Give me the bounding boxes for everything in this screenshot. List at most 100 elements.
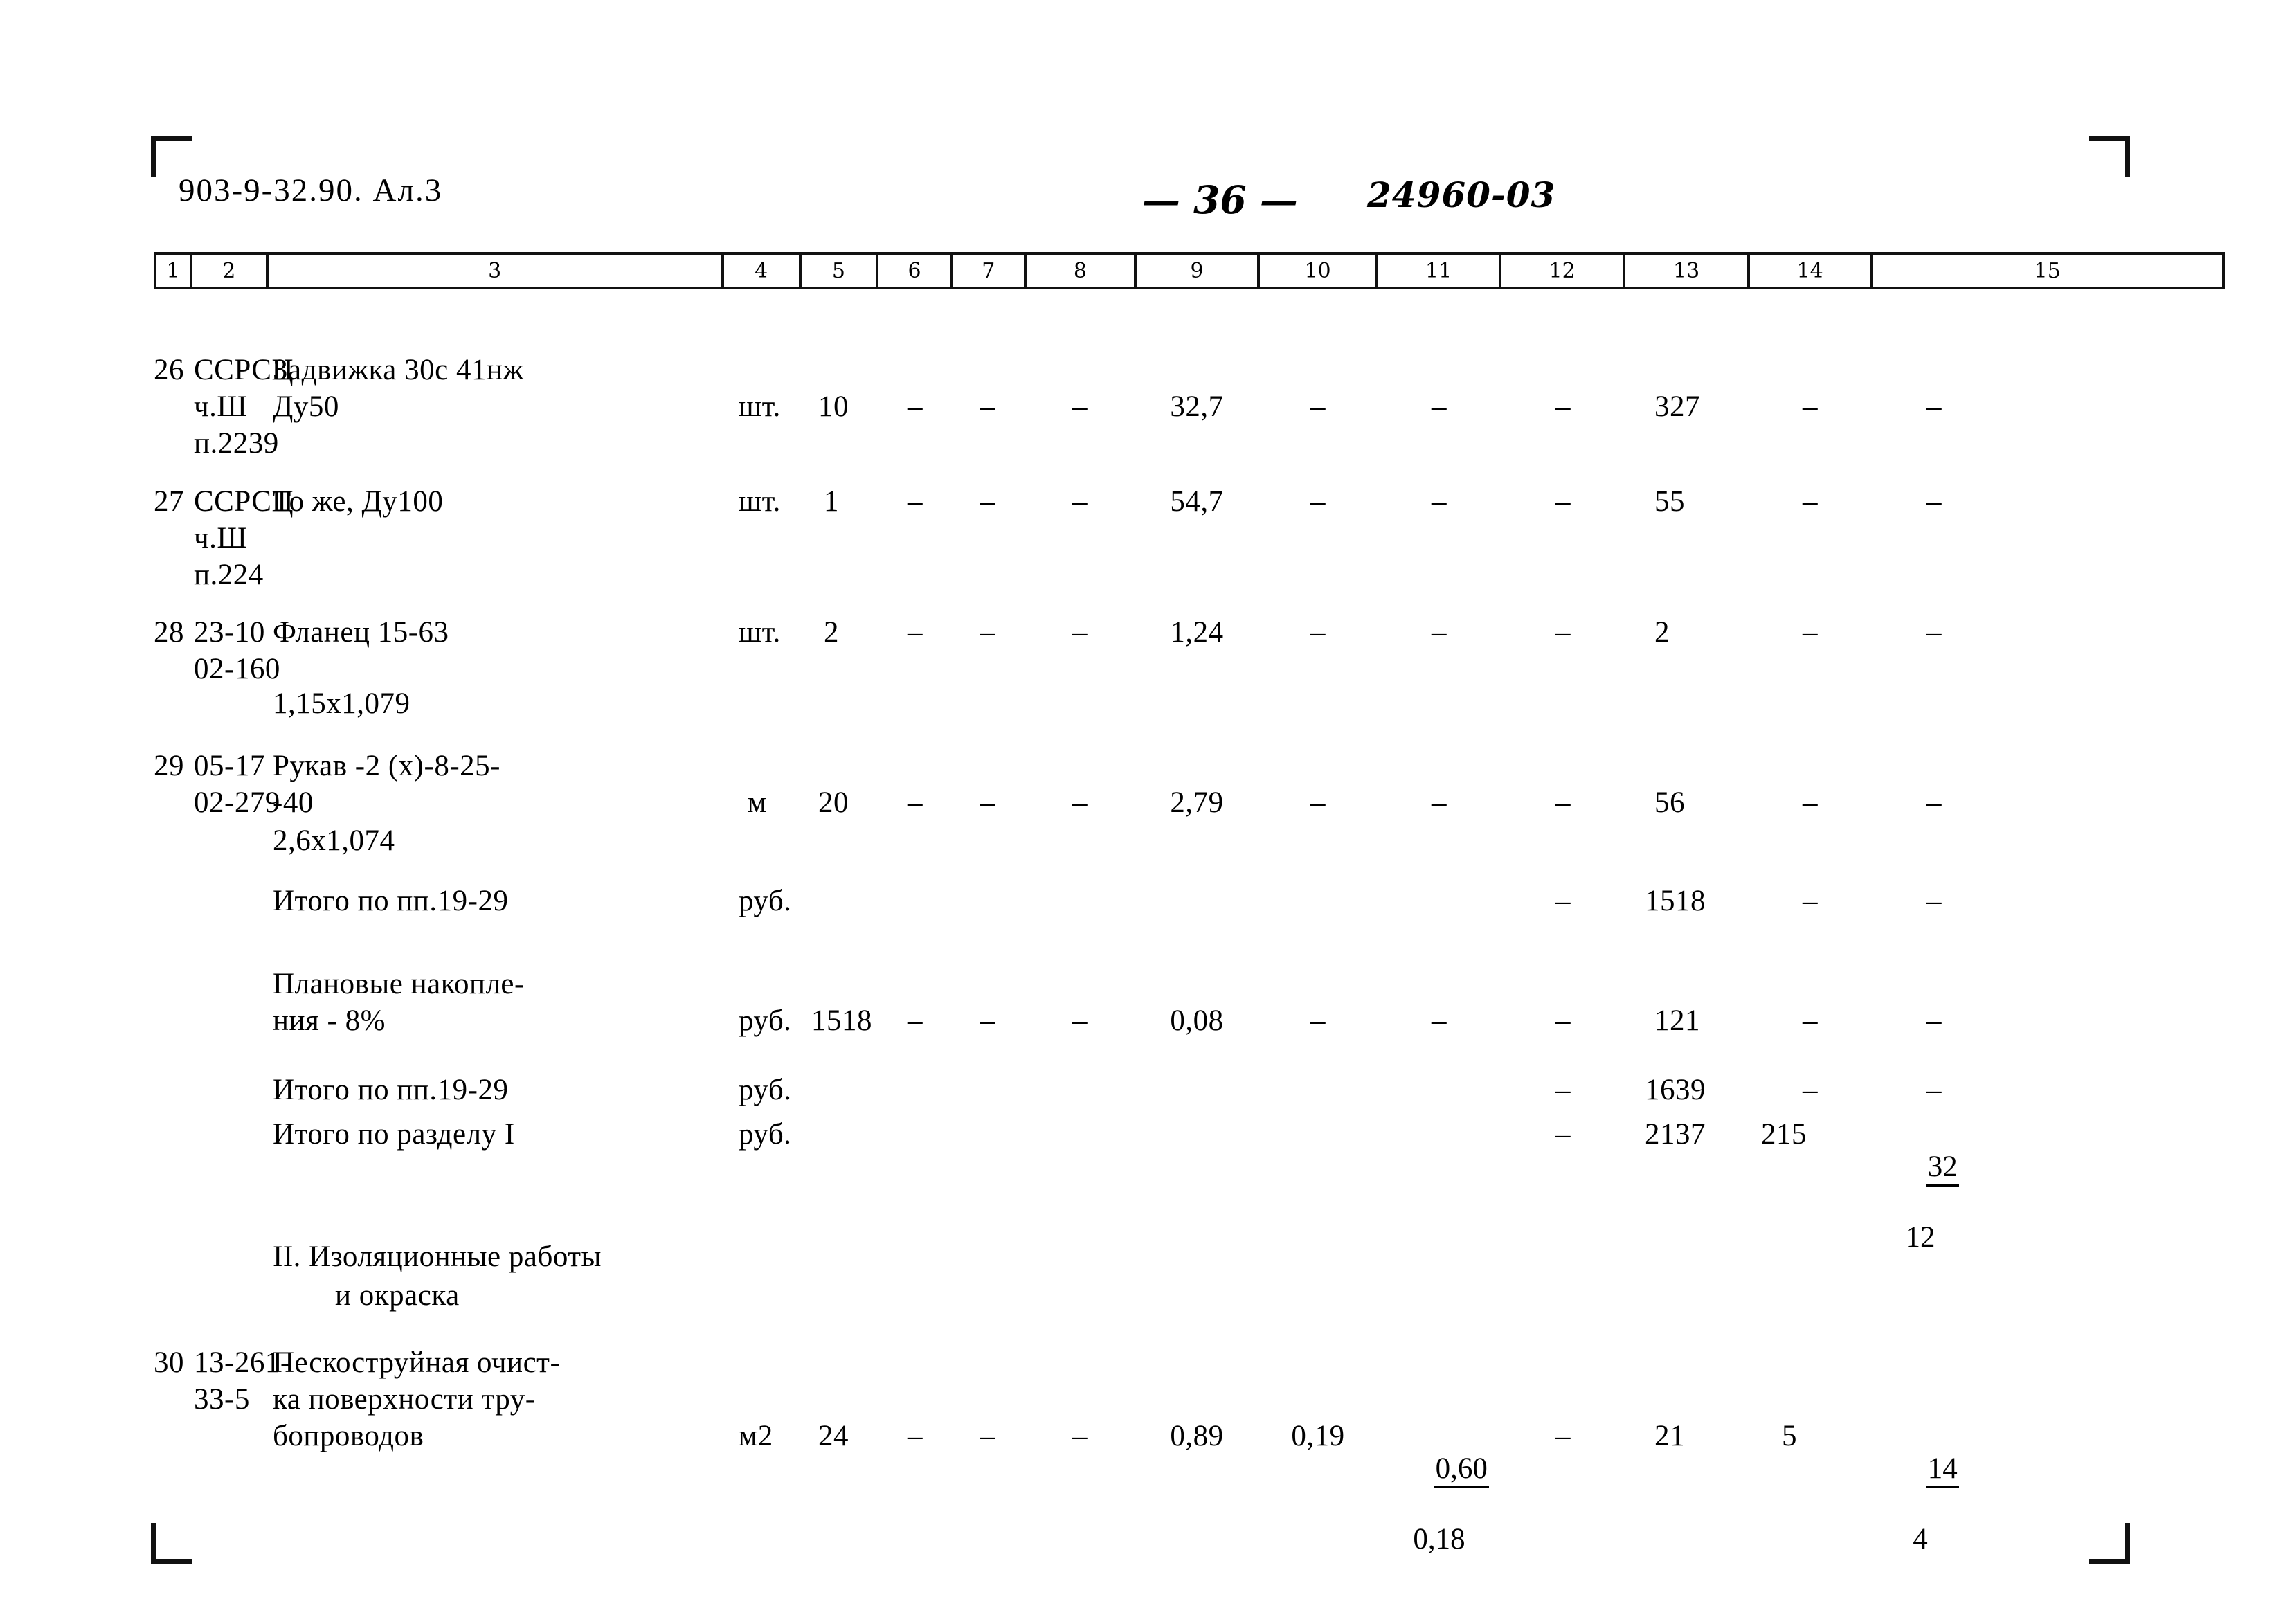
row-29-description: Рукав -2 (х)-8-25- -40 [273,750,500,819]
row-29-col13: 56 [1654,786,1685,819]
page-number-dash-left: — [1142,177,1180,222]
total-section-col15-numerator: 32 [1926,1150,1959,1187]
row-26-col9: 32,7 [1170,390,1224,423]
column-header-8: 8 [1027,255,1137,287]
total-1-col13: 1518 [1645,885,1706,917]
row-28-col15: – [1926,616,1942,649]
row-26-quantity: 10 [818,390,849,423]
planned-savings-col12: – [1555,1004,1571,1037]
column-header-6: 6 [878,255,953,287]
row-28-col9: 1,24 [1170,616,1224,649]
row-30-description: Пескоструйная очист- ка поверхности тру-… [273,1346,561,1452]
row-27-col15: – [1926,485,1942,518]
row-27-col9: 54,7 [1170,485,1224,518]
column-header-10: 10 [1260,255,1379,287]
row-26-description: Задвижка 30с 41нж Ду50 [273,354,524,423]
planned-savings-col5: 1518 [811,1004,872,1037]
row-29-quantity: 20 [818,786,849,819]
row-27-col6: – [908,485,923,518]
row-28-col13: 2 [1654,616,1670,649]
planned-savings-col15: – [1926,1004,1942,1037]
total-2-col13: 1639 [1645,1074,1706,1106]
row-26-col12: – [1555,390,1571,423]
column-header-11: 11 [1378,255,1501,287]
row-30-col7: – [980,1420,995,1452]
row-28-col10: – [1310,616,1326,649]
column-header-5: 5 [802,255,879,287]
planned-savings-label: Плановые накопле- ния - 8% [273,968,525,1037]
row-28-code: 23-10 02-160 [194,616,280,685]
total-section-col12: – [1555,1118,1571,1151]
row-29-dimension: 2,6х1,074 [273,824,395,857]
row-26-col13: 327 [1654,390,1700,423]
column-header-12: 12 [1501,255,1626,287]
column-header-1: 1 [156,255,192,287]
planned-savings-col6: – [908,1004,923,1037]
row-28-col8: – [1072,616,1088,649]
row-29-code: 05-17 02-279 [194,750,280,819]
row-27-col13: 55 [1654,485,1685,518]
row-30-unit: м2 [739,1420,773,1452]
row-30-col10: 0,19 [1291,1420,1345,1452]
planned-savings-col9: 0,08 [1170,1004,1224,1037]
row-28-position: 28 [154,616,184,649]
planned-savings-col13: 121 [1654,1004,1700,1037]
column-header-9: 9 [1137,255,1260,287]
total-section-col15-denominator: 12 [1905,1221,1935,1254]
row-27-col10: – [1310,485,1326,518]
row-29-col6: – [908,786,923,819]
row-29-col11: – [1432,786,1447,819]
column-header-7: 7 [953,255,1027,287]
row-27-quantity: 1 [824,485,839,518]
row-30-col13: 21 [1654,1420,1685,1452]
row-28-col6: – [908,616,923,649]
row-26-position: 26 [154,354,184,386]
row-26-col7: – [980,390,995,423]
row-29-col12: – [1555,786,1571,819]
total-1-col14: – [1803,885,1818,917]
total-section-unit: руб. [739,1118,792,1151]
row-26-col6: – [908,390,923,423]
column-header-4: 4 [724,255,802,287]
row-30-col11-fraction: 0,60 0,18 [1378,1418,1501,1624]
page-corner-bottom-right [2089,1523,2130,1564]
table-column-header-row: 1 2 3 4 5 6 7 8 9 10 11 12 13 14 15 [154,252,2225,289]
row-27-description: То же, Ду100 [273,485,444,518]
total-section-col14: 215 [1761,1118,1807,1151]
row-28-dimension: 1,15х1,079 [273,687,410,720]
total-1-col15: – [1926,885,1942,917]
row-26-col8: – [1072,390,1088,423]
row-29-col10: – [1310,786,1326,819]
handwritten-annotation: 24960-03 [1367,174,1556,215]
row-28-col12: – [1555,616,1571,649]
row-30-quantity: 24 [818,1420,849,1452]
total-1-label: Итого по пп.19-29 [273,885,509,917]
row-29-col15: – [1926,786,1942,819]
row-27-col8: – [1072,485,1088,518]
page-number-dash-right: — [1259,177,1298,222]
row-29-col8: – [1072,786,1088,819]
planned-savings-unit: руб. [739,1004,792,1037]
row-27-unit: шт. [739,485,781,518]
row-28-unit: шт. [739,616,781,649]
row-28-quantity: 2 [824,616,839,649]
row-30-col8: – [1072,1420,1088,1452]
row-30-col9: 0,89 [1170,1420,1224,1452]
page-corner-bottom-left [151,1523,192,1564]
page-corner-top-left [151,136,192,177]
total-2-col15: – [1926,1074,1942,1106]
column-header-13: 13 [1625,255,1750,287]
row-26-col10: – [1310,390,1326,423]
total-2-col14: – [1803,1074,1818,1106]
row-27-col14: – [1803,485,1818,518]
row-27-col12: – [1555,485,1571,518]
planned-savings-col11: – [1432,1004,1447,1037]
row-30-col11-denominator: 0,18 [1413,1523,1465,1555]
row-27-col7: – [980,485,995,518]
row-26-unit: шт. [739,390,781,423]
row-28-col7: – [980,616,995,649]
row-30-position: 30 [154,1346,184,1379]
column-header-15: 15 [2034,258,2061,283]
total-section-label: Итого по разделу I [273,1118,515,1151]
page-corner-top-right [2089,136,2130,177]
